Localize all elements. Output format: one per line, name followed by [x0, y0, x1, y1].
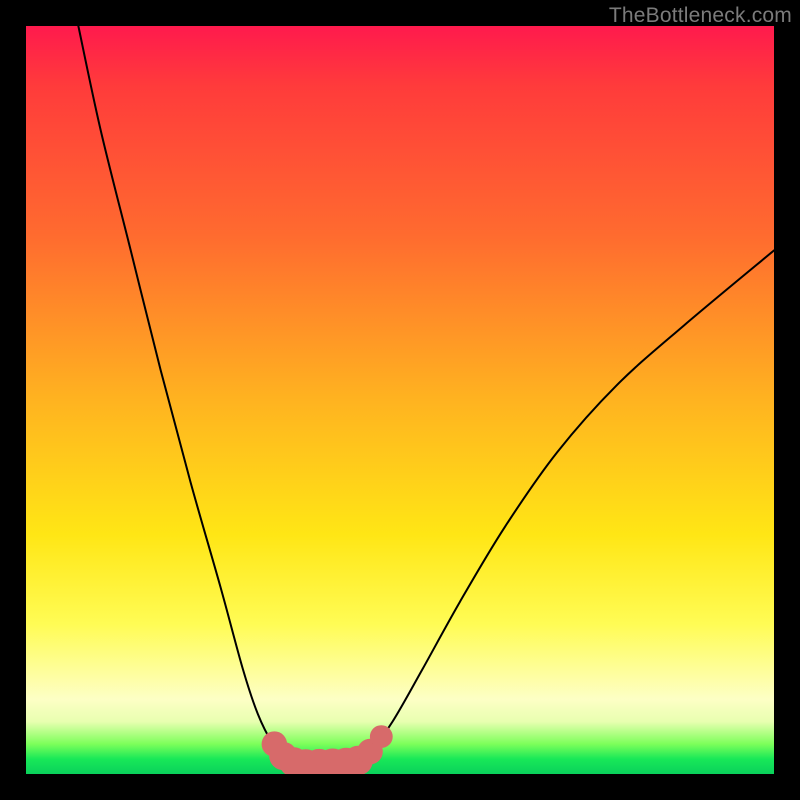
plot-area	[26, 26, 774, 774]
valley-marker	[370, 725, 393, 748]
chart-frame: TheBottleneck.com	[0, 0, 800, 800]
valley-markers	[262, 725, 393, 774]
watermark-text: TheBottleneck.com	[609, 4, 792, 28]
bottleneck-curve	[78, 26, 774, 765]
curve-layer	[26, 26, 774, 774]
